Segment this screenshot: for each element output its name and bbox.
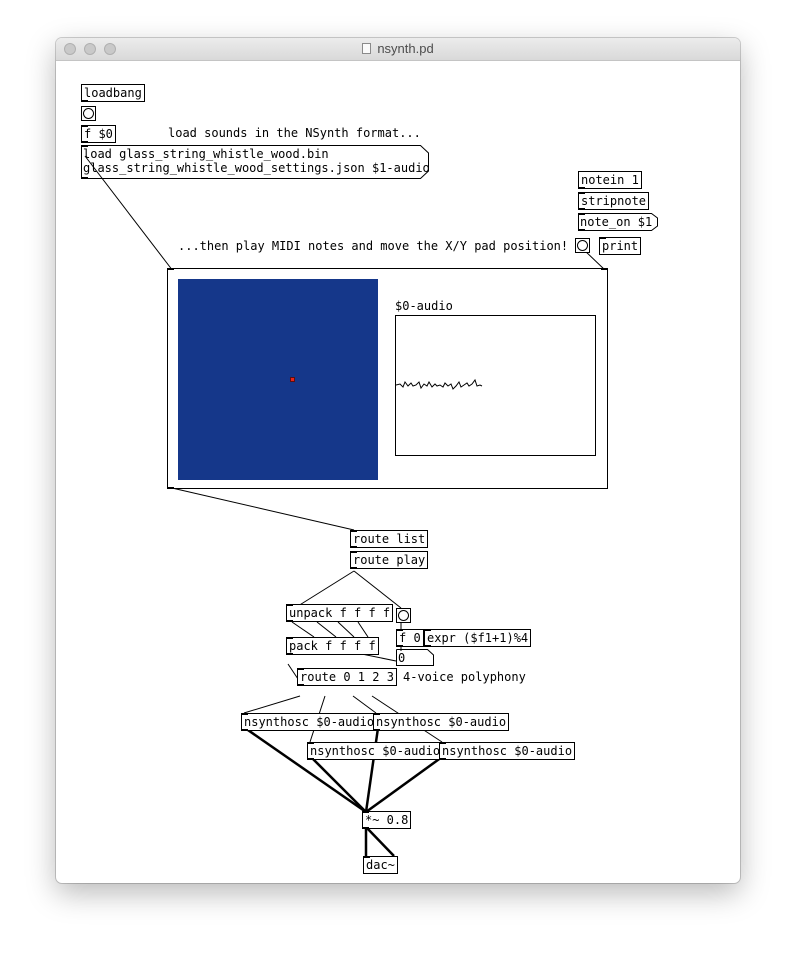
- note-on-message[interactable]: note_on $1: [578, 213, 658, 231]
- window-title: nsynth.pd: [56, 41, 740, 56]
- voice-counter-bang[interactable]: [396, 608, 411, 623]
- patch-canvas[interactable]: loadbang f $0 load sounds in the NSynth …: [56, 61, 740, 883]
- cord-route-to-bang[interactable]: [353, 570, 402, 609]
- route-voices-object[interactable]: route 0 1 2 3: [297, 668, 397, 686]
- cord-gop-to-route-list[interactable]: [171, 487, 355, 531]
- load-bang-button[interactable]: [81, 106, 96, 121]
- audio-cord-osc3[interactable]: [310, 756, 367, 813]
- stripnote-object[interactable]: stripnote: [578, 192, 650, 210]
- cord-unpack-2[interactable]: [316, 621, 337, 638]
- gop-inlet-right: [601, 268, 608, 270]
- load-message-line-2: glass_string_whistle_wood_settings.json …: [83, 161, 430, 175]
- title-bar[interactable]: nsynth.pd: [56, 38, 740, 61]
- play-midi-comment: ...then play MIDI notes and move the X/Y…: [178, 239, 569, 253]
- audio-array-display[interactable]: [395, 315, 596, 456]
- gop-panel: $0-audio: [167, 268, 608, 489]
- gop-inlet-left: [167, 268, 174, 270]
- f-0-object[interactable]: f 0: [396, 629, 424, 647]
- load-sounds-comment: load sounds in the NSynth format...: [168, 126, 421, 140]
- document-icon: [362, 43, 372, 54]
- nsynthosc-voice-2[interactable]: nsynthosc $0-audio: [373, 713, 510, 731]
- bang-circle-icon: [398, 610, 409, 621]
- nsynthosc-voice-1[interactable]: nsynthosc $0-audio: [241, 713, 378, 731]
- loadbang-object[interactable]: loadbang: [81, 84, 145, 102]
- note-on-text: note_on $1: [580, 215, 653, 229]
- route-play-object[interactable]: route play: [350, 551, 429, 569]
- window-title-text: nsynth.pd: [377, 41, 434, 56]
- unpack-object[interactable]: unpack f f f f: [286, 604, 394, 622]
- pack-object[interactable]: pack f f f f: [286, 637, 379, 655]
- notein-object[interactable]: notein 1: [578, 171, 642, 189]
- cord-voice-2[interactable]: [352, 695, 377, 714]
- audio-cord-osc1[interactable]: [244, 726, 367, 814]
- audio-cord-osc4[interactable]: [365, 755, 443, 814]
- bang-circle-icon: [83, 108, 94, 119]
- audio-cord-dac-right[interactable]: [365, 826, 395, 857]
- f-dollar0-object[interactable]: f $0: [81, 125, 116, 143]
- bang-circle-icon: [577, 240, 588, 251]
- cord-unpack-1[interactable]: [291, 621, 315, 638]
- cord-unpack-3[interactable]: [337, 621, 355, 638]
- array-name-label: $0-audio: [395, 299, 453, 313]
- xy-pad[interactable]: [178, 279, 378, 480]
- dac-object[interactable]: dac~: [363, 856, 398, 874]
- xy-position-marker[interactable]: [290, 377, 295, 382]
- polyphony-comment: 4-voice polyphony: [403, 670, 526, 684]
- load-message-box[interactable]: load glass_string_whistle_wood.bin glass…: [81, 145, 430, 179]
- route-list-object[interactable]: route list: [350, 530, 429, 548]
- array-waveform: [395, 378, 483, 390]
- pd-patch-window: nsynth.pd loadbang f $0 load sounds in t…: [56, 38, 740, 883]
- counter-number-value: 0: [398, 651, 406, 665]
- note-bang-button[interactable]: [575, 238, 590, 253]
- nsynthosc-voice-4[interactable]: nsynthosc $0-audio: [439, 742, 576, 760]
- gop-outlet: [167, 487, 174, 489]
- expr-object[interactable]: expr ($f1+1)%4: [424, 629, 532, 647]
- nsynthosc-voice-3[interactable]: nsynthosc $0-audio: [307, 742, 444, 760]
- cord-unpack-4[interactable]: [357, 621, 369, 638]
- print-object[interactable]: print: [599, 237, 642, 255]
- multiply-gain-object[interactable]: *~ 0.8: [362, 811, 412, 829]
- audio-cord-osc2[interactable]: [364, 727, 380, 813]
- cord-voice-0[interactable]: [243, 695, 301, 714]
- counter-number-box[interactable]: 0: [396, 649, 434, 666]
